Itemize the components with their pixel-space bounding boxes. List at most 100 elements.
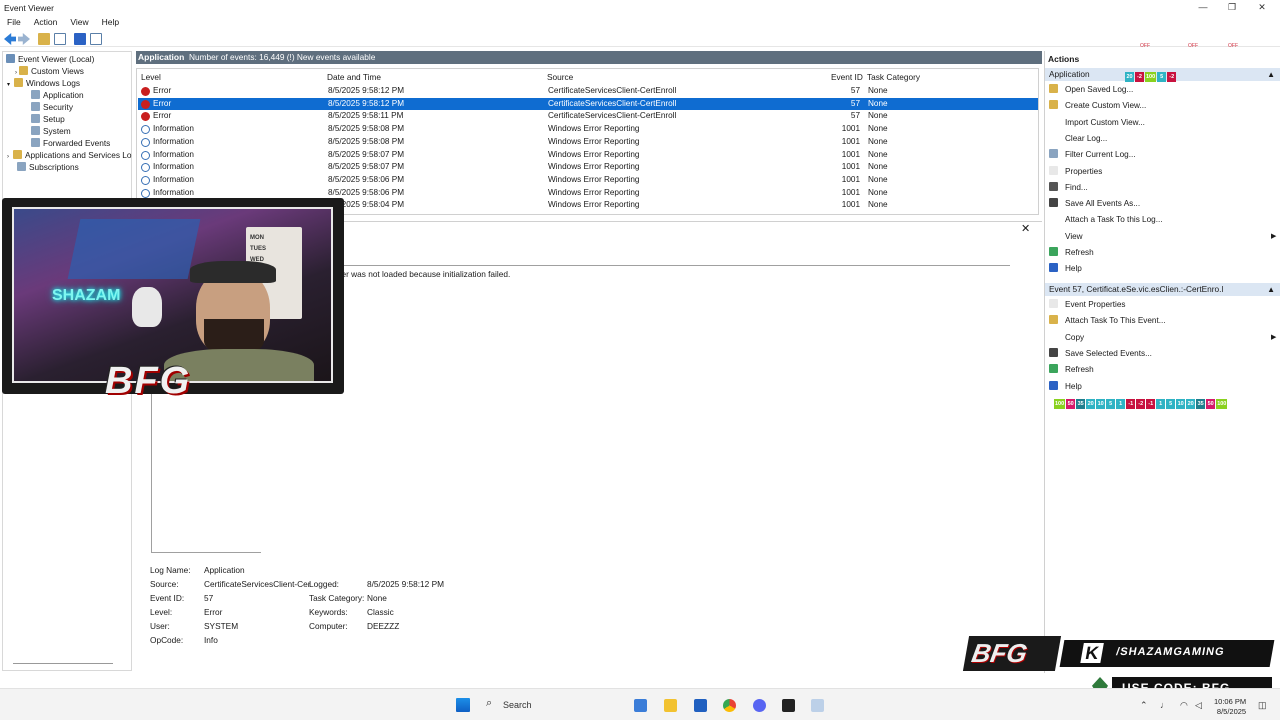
tree-item-event-viewer-local[interactable]: Event Viewer (Local) xyxy=(6,53,94,65)
action-help[interactable]: Help xyxy=(1049,380,1082,393)
clock[interactable]: 10:06 PM 8/5/2025 xyxy=(1214,697,1246,717)
logged-label: Logged: xyxy=(309,579,339,589)
section-application[interactable]: Application 20 -2 100 5 -2 ▲ xyxy=(1045,68,1280,82)
tree-item-application[interactable]: Application xyxy=(31,89,84,101)
help-icon xyxy=(1049,263,1058,273)
action-find[interactable]: Find... xyxy=(1049,181,1088,194)
action-filter-current-log[interactable]: Filter Current Log... xyxy=(1049,149,1136,161)
event-row[interactable]: Error 8/5/2025 9:58:12 PM CertificateServi… xyxy=(138,85,1038,98)
tree-item-system[interactable]: System xyxy=(31,125,71,137)
action-clear-log[interactable]: Clear Log... xyxy=(1049,132,1107,145)
show-hide-tree-icon[interactable] xyxy=(54,33,66,45)
action-attach-a-task-to-this-log[interactable]: Attach a Task To this Log... xyxy=(1049,214,1163,226)
collapse-arrow-icon[interactable]: ▲ xyxy=(1267,283,1275,296)
action-create-custom-view[interactable]: Create Custom View... xyxy=(1049,100,1146,112)
tree-item-label: System xyxy=(43,126,71,136)
store-icon[interactable] xyxy=(694,699,707,712)
flag-image xyxy=(67,219,201,279)
column-level[interactable]: Level xyxy=(141,72,161,82)
event-row[interactable]: Information 8/5/2025 9:58:07 PM Windows Er… xyxy=(138,149,1038,162)
properties-icon xyxy=(1049,299,1058,308)
action-attach-task-to-this-event[interactable]: Attach Task To This Event... xyxy=(1049,315,1166,327)
action-copy[interactable]: Copy ▶ xyxy=(1049,331,1276,344)
tree-item-subscriptions[interactable]: Subscriptions xyxy=(17,161,79,173)
information-icon xyxy=(141,137,150,147)
tree-item-windows-logs[interactable]: ▾ Windows Logs xyxy=(7,77,80,89)
menu-help[interactable]: Help xyxy=(95,16,125,27)
row-event-id: 57 xyxy=(850,86,860,95)
score-chip: 20 xyxy=(1125,72,1134,82)
show-hide-action-pane-icon[interactable] xyxy=(90,33,102,45)
tree-item-forwarded-events[interactable]: Forwarded Events xyxy=(31,137,110,149)
action-help[interactable]: Help xyxy=(1049,263,1082,275)
action-open-saved-log[interactable]: Open Saved Log... xyxy=(1049,84,1133,96)
action-save-all-events-as[interactable]: Save All Events As... xyxy=(1049,198,1140,210)
event-row[interactable]: Error 8/5/2025 9:58:11 PM CertificateServi… xyxy=(138,110,1038,123)
close-detail-icon[interactable]: ✕ xyxy=(1021,222,1030,235)
minimize-button[interactable]: — xyxy=(1187,0,1219,15)
action-properties[interactable]: Properties xyxy=(1049,165,1102,178)
collapse-arrow-icon[interactable]: ▲ xyxy=(1267,68,1275,81)
microphone-icon[interactable]: ♩ xyxy=(1160,700,1169,710)
collapse-icon[interactable]: ▾ xyxy=(7,82,10,88)
row-task: None xyxy=(868,124,888,134)
row-event-id: 1001 xyxy=(841,162,860,172)
expand-icon[interactable]: › xyxy=(7,154,9,160)
section-event[interactable]: Event 57, Certificat.eSe.vic.esClien.:-C… xyxy=(1045,283,1280,296)
column-source[interactable]: Source xyxy=(547,72,573,82)
action-save-selected-events[interactable]: Save Selected Events... xyxy=(1049,347,1152,360)
row-task: None xyxy=(868,149,888,159)
event-row[interactable]: Information 8/5/2025 9:58:07 PM Windows Er… xyxy=(138,161,1038,174)
forward-arrow-icon[interactable] xyxy=(18,33,30,45)
widgets-icon[interactable] xyxy=(634,699,647,712)
discord-icon[interactable] xyxy=(753,699,766,712)
opcode-value: Info xyxy=(204,635,218,645)
tree-item-label: Subscriptions xyxy=(29,162,79,172)
action-label: Attach a Task To this Log... xyxy=(1065,215,1163,225)
column-event-id[interactable]: Event ID xyxy=(831,72,863,82)
action-import-custom-view[interactable]: Import Custom View... xyxy=(1049,116,1145,129)
tree-item-applications-and-services[interactable]: › Applications and Services Lo xyxy=(7,149,132,161)
action-refresh[interactable]: Refresh xyxy=(1049,247,1094,259)
column-date-time[interactable]: Date and Time xyxy=(327,72,381,82)
event-row[interactable]: Information 8/5/2025 9:58:08 PM Windows Er… xyxy=(138,123,1038,136)
submenu-arrow-icon: ▶ xyxy=(1271,232,1277,240)
tree-scrollbar[interactable] xyxy=(13,663,113,664)
menu-file[interactable]: File xyxy=(0,16,27,27)
menu-action[interactable]: Action xyxy=(27,16,64,27)
event-row[interactable]: Information 8/5/2025 9:58:06 PM Windows Er… xyxy=(138,174,1038,187)
folder-icon xyxy=(1049,84,1058,93)
score-chip: 50 xyxy=(1206,399,1216,409)
action-event-properties[interactable]: Event Properties xyxy=(1049,299,1126,311)
search-input[interactable]: Search xyxy=(503,700,532,710)
score-chip: 100 xyxy=(1054,399,1066,409)
action-refresh[interactable]: Refresh xyxy=(1049,364,1094,376)
network-icon[interactable]: ◠ xyxy=(1180,700,1188,711)
volume-icon[interactable]: ◁ xyxy=(1195,700,1202,711)
expand-icon[interactable]: › xyxy=(15,70,17,76)
column-task-category[interactable]: Task Category xyxy=(867,72,920,82)
event-viewer-taskbar-icon[interactable] xyxy=(811,699,824,712)
ghostface-mask xyxy=(132,287,162,327)
help-icon[interactable] xyxy=(74,33,86,45)
notification-icon[interactable]: ◫ xyxy=(1258,700,1267,711)
action-label: Create Custom View... xyxy=(1065,101,1147,111)
tree-item-setup[interactable]: Setup xyxy=(31,113,65,125)
action-view[interactable]: View ▶ xyxy=(1049,230,1276,243)
start-icon[interactable] xyxy=(456,698,470,712)
maximize-button[interactable]: ❐ xyxy=(1216,0,1248,15)
file-explorer-icon[interactable] xyxy=(664,699,677,712)
menu-view[interactable]: View xyxy=(63,16,94,27)
back-arrow-icon[interactable] xyxy=(4,33,16,45)
terminal-icon[interactable] xyxy=(782,699,795,712)
up-folder-icon[interactable] xyxy=(38,33,50,45)
tray-chevron-icon[interactable]: ⌃ xyxy=(1140,700,1148,711)
event-row[interactable]: Error 8/5/2025 9:58:12 PM CertificateServi… xyxy=(138,97,1038,111)
search-icon[interactable]: ⌕ xyxy=(486,697,492,710)
event-row[interactable]: Information 8/5/2025 9:58:08 PM Windows Er… xyxy=(138,136,1038,149)
cam-logo: BFG xyxy=(105,360,192,402)
tree-item-security[interactable]: Security xyxy=(31,101,73,113)
chrome-icon[interactable] xyxy=(723,699,736,712)
tree-item-custom-views[interactable]: › Custom Views xyxy=(15,65,84,77)
close-button[interactable]: ✕ xyxy=(1246,0,1278,15)
